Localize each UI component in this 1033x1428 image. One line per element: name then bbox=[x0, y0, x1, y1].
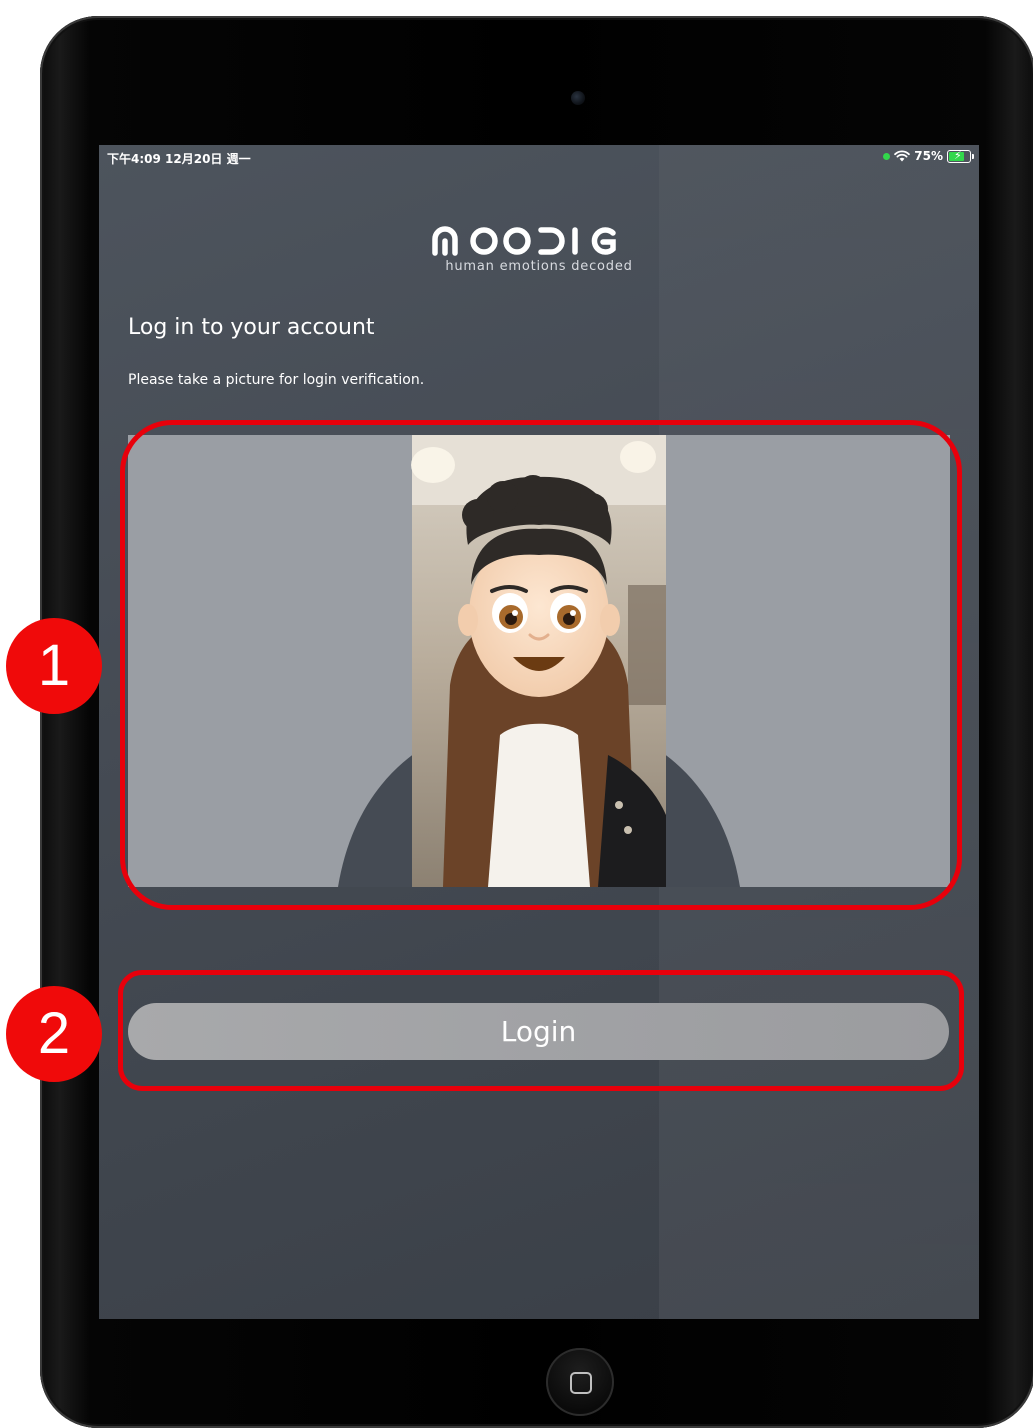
login-instruction: Please take a picture for login verifica… bbox=[128, 372, 425, 388]
battery-tip bbox=[972, 153, 974, 159]
moodie-logo-mark bbox=[432, 226, 616, 256]
wifi-icon bbox=[894, 150, 911, 162]
annotation-box-login bbox=[118, 970, 964, 1091]
page-title: Log in to your account bbox=[128, 315, 375, 340]
camera-in-use-dot bbox=[883, 152, 891, 160]
status-bar: 下午4:09 12月20日 週一 75% ⚡ bbox=[99, 145, 979, 169]
logo-tagline: human emotions decoded bbox=[445, 259, 633, 274]
battery-percent: 75% bbox=[914, 149, 943, 163]
annotation-marker-1: 1 bbox=[6, 618, 102, 714]
status-time-date: 下午4:09 12月20日 週一 bbox=[107, 152, 251, 166]
home-button[interactable] bbox=[546, 1348, 614, 1416]
front-camera-icon bbox=[571, 91, 585, 105]
status-indicators: 75% ⚡ bbox=[883, 148, 974, 163]
annotation-box-camera bbox=[120, 420, 962, 910]
home-button-icon bbox=[570, 1372, 592, 1394]
annotation-marker-2: 2 bbox=[6, 986, 102, 1082]
charging-bolt-icon: ⚡ bbox=[954, 148, 962, 162]
battery-charging-icon: ⚡ bbox=[947, 148, 974, 163]
moodie-logo: human emotions decoded bbox=[429, 221, 649, 277]
